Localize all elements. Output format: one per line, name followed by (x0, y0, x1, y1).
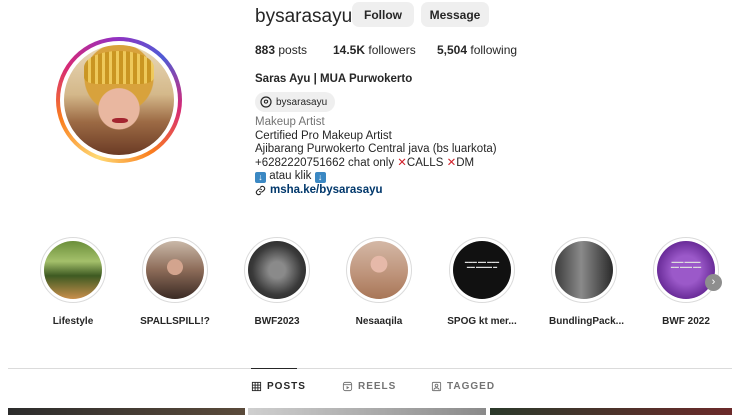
highlight-label: SPOG kt mer... (447, 316, 517, 327)
active-tab-indicator (251, 368, 297, 369)
followers-label: followers (368, 43, 416, 57)
profile-full-name: Saras Ayu | MUA Purwokerto (255, 73, 413, 85)
message-button[interactable]: Message (421, 2, 489, 27)
highlight-label: BundlingPack... (549, 316, 625, 327)
chevron-right-icon[interactable]: › (705, 274, 722, 291)
profile-tabs: POSTS REELS TAGGED (0, 381, 740, 395)
post-thumbnail[interactable] (248, 408, 486, 415)
bio-line-1: Certified Pro Makeup Artist (255, 129, 392, 142)
highlight-ring: ▬▬▬ ▬▬ ▬▬▬ ▬▬ ▬▬▬▬ ▬ (449, 237, 515, 303)
posts-count: 883 (255, 43, 276, 57)
post-thumbnail[interactable] (490, 408, 732, 415)
cross-mark-icon: ✕ (446, 156, 457, 169)
post-thumbnail[interactable] (8, 408, 245, 415)
highlight-ring (551, 237, 617, 303)
threads-handle: bysarasayu (276, 96, 328, 108)
link-icon (255, 185, 266, 195)
highlight-label: Lifestyle (52, 316, 94, 327)
highlight-image: ▬▬▬ ▬▬▬▬ ▬▬ ▬▬▬ ▬▬ (657, 241, 715, 299)
threads-icon (260, 96, 272, 108)
highlight-ring: ▬▬▬ ▬▬▬▬ ▬▬ ▬▬▬ ▬▬ (653, 237, 719, 303)
tab-reels[interactable]: REELS (342, 381, 396, 392)
profile-bio: Makeup Artist Certified Pro Makeup Artis… (255, 116, 497, 197)
tab-tagged-label: TAGGED (447, 381, 496, 392)
down-arrow-icon: ↓ (314, 172, 326, 183)
highlight-ring (244, 237, 310, 303)
followers-stat[interactable]: 14.5K followers (333, 43, 437, 57)
tagged-icon (431, 381, 442, 392)
bio-phone-text: +6282220751662 chat only (255, 156, 398, 169)
highlight-spallspill[interactable]: SPALLSPILL!? (140, 237, 210, 327)
avatar-gap (60, 41, 178, 159)
follow-button[interactable]: Follow (352, 2, 414, 27)
bio-dm-text: DM (456, 156, 475, 169)
profile-avatar[interactable] (56, 37, 182, 163)
bio-line-4: ↓ atau klik ↓ (255, 170, 497, 184)
highlight-label: BWF2023 (254, 316, 300, 327)
highlight-ring (40, 237, 106, 303)
avatar-crown (83, 50, 155, 84)
threads-badge[interactable]: bysarasayu (255, 92, 336, 112)
highlight-spog[interactable]: ▬▬▬ ▬▬ ▬▬▬ ▬▬ ▬▬▬▬ ▬ SPOG kt mer... (447, 237, 517, 327)
highlight-nesaaqila[interactable]: Nesaaqila (344, 237, 414, 327)
bio-calls-text: CALLS (406, 156, 444, 169)
following-count: 5,504 (437, 43, 468, 57)
highlight-image (146, 241, 204, 299)
highlight-image (555, 241, 613, 299)
highlight-bundlingpack[interactable]: BundlingPack... (549, 237, 625, 327)
bio-line-2: Ajibarang Purwokerto Central java (bs lu… (255, 143, 497, 155)
highlight-image (248, 241, 306, 299)
bio-click-text: atau klik (266, 170, 315, 182)
tab-posts-label: POSTS (267, 381, 306, 392)
highlight-label: Nesaaqila (355, 316, 403, 327)
bio-link-text: msha.ke/bysarasayu (270, 183, 383, 196)
highlight-image (350, 241, 408, 299)
highlight-label: SPALLSPILL!? (140, 316, 210, 327)
highlight-bwf2023[interactable]: BWF2023 (242, 237, 312, 327)
down-arrow-icon: ↓ (255, 172, 266, 183)
avatar-image (64, 45, 174, 155)
tab-posts[interactable]: POSTS (251, 381, 306, 392)
following-stat[interactable]: 5,504 following (437, 43, 517, 57)
highlight-image: ▬▬▬ ▬▬ ▬▬▬ ▬▬ ▬▬▬▬ ▬ (453, 241, 511, 299)
profile-username: bysarasayu (255, 6, 353, 27)
bio-line-3: +6282220751662 chat only ✕CALLS ✕DM (255, 157, 497, 171)
followers-count: 14.5K (333, 43, 366, 57)
tabs-divider (8, 368, 732, 369)
reels-icon (342, 381, 353, 392)
profile-category: Makeup Artist (255, 116, 325, 128)
cross-mark-icon: ✕ (397, 156, 407, 169)
posts-label: posts (278, 43, 308, 57)
following-label: following (470, 43, 518, 57)
highlight-ring (346, 237, 412, 303)
highlight-label: BWF 2022 (662, 316, 710, 327)
posts-stat: 883 posts (255, 43, 333, 57)
profile-stats: 883 posts 14.5K followers 5,504 followin… (255, 43, 517, 57)
highlight-image (44, 241, 102, 299)
highlight-lifestyle[interactable]: Lifestyle (38, 237, 108, 327)
bio-link[interactable]: msha.ke/bysarasayu (255, 184, 497, 198)
tab-reels-label: REELS (358, 381, 397, 392)
avatar-lips (112, 117, 128, 124)
highlight-ring (142, 237, 208, 303)
tab-tagged[interactable]: TAGGED (431, 381, 495, 392)
grid-icon (251, 381, 262, 392)
